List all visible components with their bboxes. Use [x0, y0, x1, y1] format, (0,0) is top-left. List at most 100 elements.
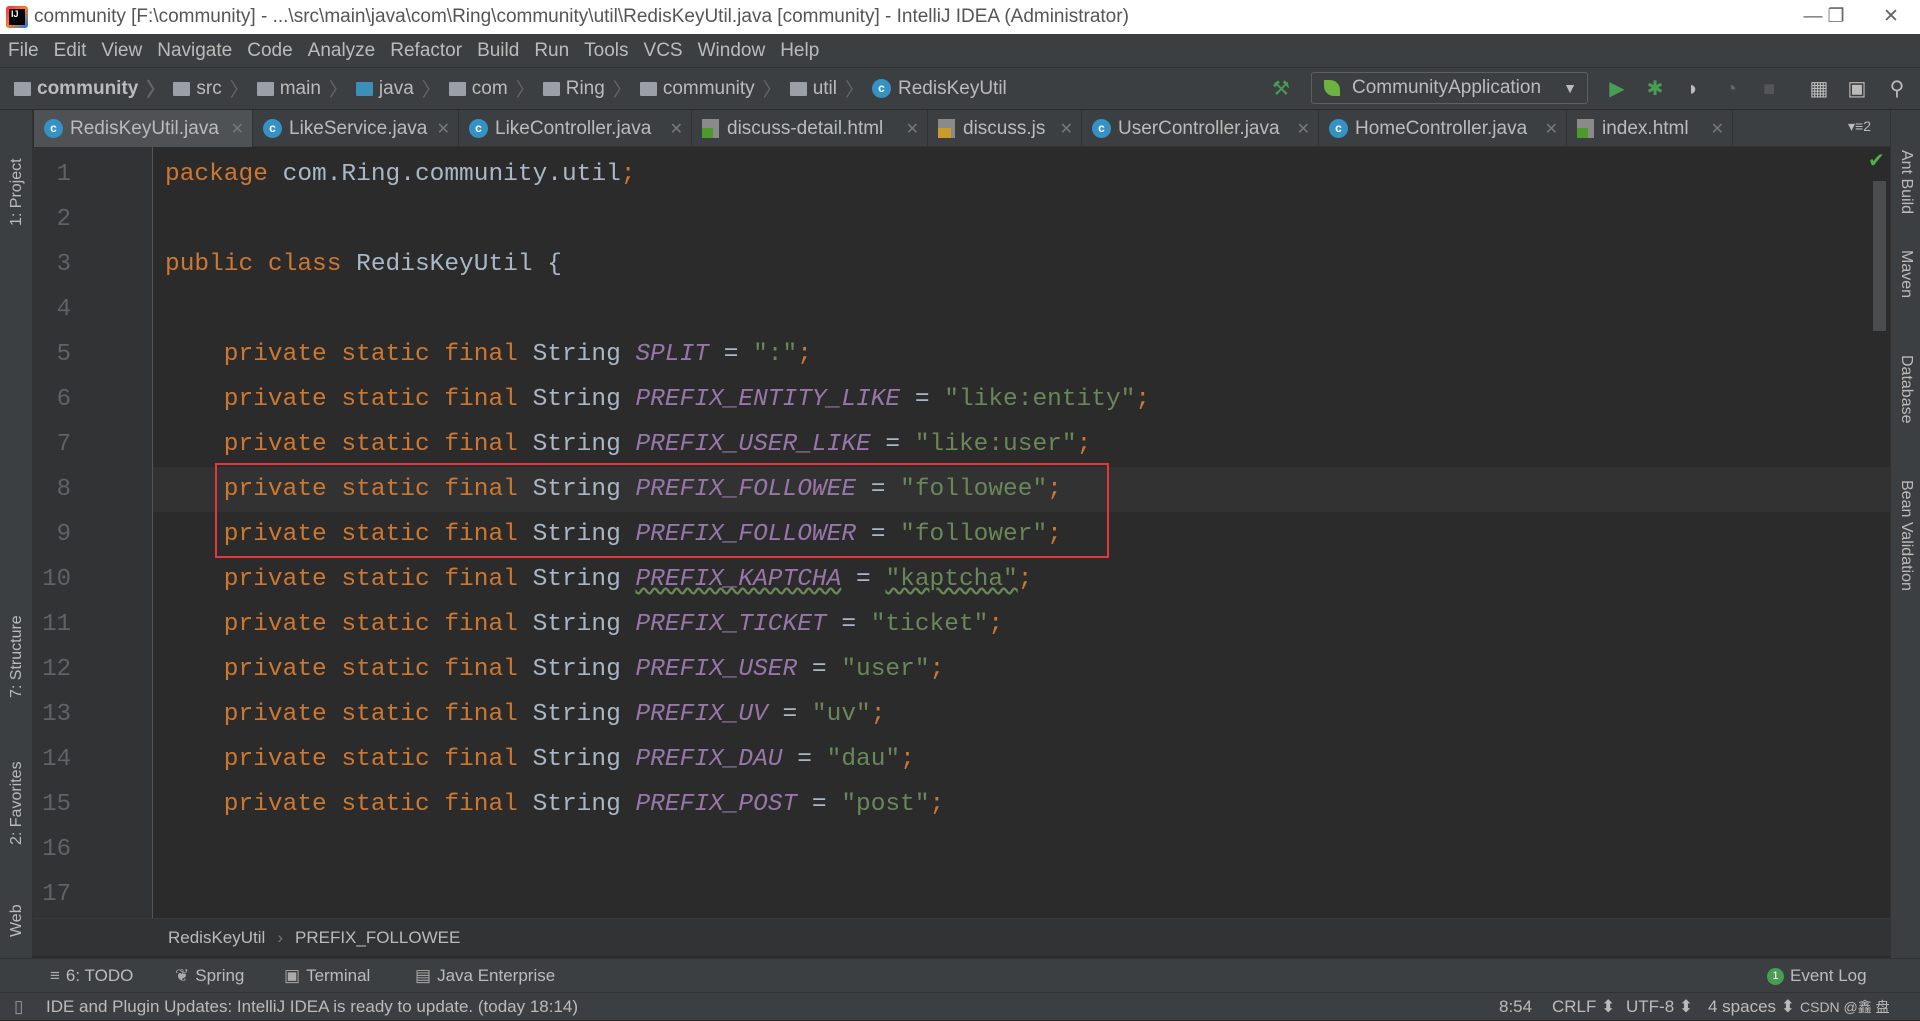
java-enterprise-tool-button[interactable]: ▤ Java Enterprise: [415, 959, 555, 993]
editor-scrollbar[interactable]: [1873, 181, 1886, 331]
nav-crumb-label: community: [662, 77, 755, 99]
right-tool-ant-build[interactable]: Ant Build: [1897, 150, 1915, 214]
tab-homecontroller-java[interactable]: c HomeController.java ✕: [1319, 110, 1567, 147]
code-token: "ticket": [870, 611, 989, 638]
nav-crumb-label: util: [812, 77, 837, 99]
line-number: 15: [42, 791, 71, 818]
nav-crumb-util[interactable]: util 〉: [789, 75, 864, 102]
right-tool-bean-validation[interactable]: Bean Validation: [1897, 480, 1915, 591]
close-tab-icon[interactable]: ✕: [1297, 119, 1310, 139]
tab-discuss-js[interactable]: discuss.js ✕: [928, 110, 1082, 147]
tab-overflow-button[interactable]: ▾≡2: [1848, 118, 1871, 135]
left-tool-2-favorites[interactable]: 2: Favorites: [8, 761, 26, 845]
menu-build[interactable]: Build: [477, 34, 519, 67]
line-number: 2: [56, 206, 71, 233]
line-separator-select[interactable]: CRLF ⬍: [1552, 993, 1615, 1021]
java-class-icon: c: [1092, 119, 1111, 138]
code-token: ;: [870, 701, 886, 728]
left-tool-web[interactable]: Web: [8, 904, 26, 937]
left-tool-1-project[interactable]: 1: Project: [8, 158, 26, 226]
close-tab-icon[interactable]: ✕: [437, 119, 450, 139]
code-token: String: [532, 611, 636, 638]
run-configuration-select[interactable]: CommunityApplication ▼: [1311, 72, 1588, 104]
code-token: ;: [988, 611, 1004, 638]
right-tool-database[interactable]: Database: [1897, 355, 1915, 424]
line-number: 8: [56, 476, 71, 503]
tab-likeservice-java[interactable]: c LikeService.java ✕: [253, 110, 459, 147]
close-button[interactable]: ✕: [1862, 0, 1920, 34]
nav-crumb-main[interactable]: main 〉: [256, 75, 348, 102]
restore-button[interactable]: ❐: [1807, 0, 1865, 34]
todo-tool-button[interactable]: ≡ 6: TODO: [50, 959, 133, 993]
indent-select[interactable]: 4 spaces ⬍: [1708, 993, 1795, 1021]
status-message[interactable]: IDE and Plugin Updates: IntelliJ IDEA is…: [46, 993, 578, 1021]
code-token: ":": [753, 341, 798, 368]
menu-vcs[interactable]: VCS: [644, 34, 683, 67]
menu-edit[interactable]: Edit: [54, 34, 87, 67]
nav-crumb-label: RedisKeyUtil: [898, 77, 1007, 99]
build-hammer-icon[interactable]: ⚒: [1268, 76, 1294, 102]
close-tab-icon[interactable]: ✕: [1711, 119, 1724, 139]
nav-crumb-java[interactable]: java 〉: [355, 75, 441, 102]
menu-refactor[interactable]: Refactor: [390, 34, 462, 67]
code-token: "like:user": [914, 431, 1077, 458]
menu-tools[interactable]: Tools: [584, 34, 628, 67]
nav-crumb-community[interactable]: community 〉: [639, 75, 782, 102]
close-tab-icon[interactable]: ✕: [231, 119, 244, 139]
status-toggle-icon[interactable]: ▯: [14, 993, 23, 1021]
close-tab-icon[interactable]: ✕: [906, 119, 919, 139]
java-class-icon: c: [263, 119, 282, 138]
nav-crumb-com[interactable]: com 〉: [448, 75, 535, 102]
right-tool-maven[interactable]: Maven: [1897, 250, 1915, 298]
tab-index-html[interactable]: index.html ✕: [1567, 110, 1733, 147]
html-file-icon: [1577, 119, 1594, 138]
tab-label: LikeService.java: [289, 117, 428, 139]
nav-crumb-community[interactable]: community 〉: [14, 75, 165, 102]
project-structure-icon[interactable]: ▦: [1806, 76, 1832, 102]
code-token: =: [797, 791, 842, 818]
debug-icon[interactable]: ✱: [1642, 76, 1668, 102]
close-tab-icon[interactable]: ✕: [670, 119, 683, 139]
menu-help[interactable]: Help: [780, 34, 819, 67]
inspection-ok-check-icon[interactable]: ✔: [1868, 148, 1885, 173]
menu-run[interactable]: Run: [534, 34, 569, 67]
code-token: ;: [900, 746, 915, 773]
line-number: 4: [56, 296, 71, 323]
search-icon[interactable]: ⚲: [1884, 76, 1910, 102]
profile-icon[interactable]: ◔: [1718, 76, 1744, 102]
nav-crumb-ring[interactable]: Ring 〉: [542, 75, 632, 102]
nav-crumb-src[interactable]: src 〉: [173, 75, 249, 102]
nav-crumb-rediskeyutil[interactable]: c RedisKeyUtil: [872, 78, 1007, 100]
code-token: "like:entity": [944, 386, 1136, 413]
menu-file[interactable]: File: [8, 34, 39, 67]
close-tab-icon[interactable]: ✕: [1060, 119, 1073, 139]
breadcrumb-member[interactable]: PREFIX_FOLLOWEE: [295, 928, 460, 947]
line-number: 14: [42, 746, 71, 773]
coverage-icon[interactable]: ◗: [1680, 76, 1706, 102]
breadcrumb-class[interactable]: RedisKeyUtil: [168, 928, 265, 947]
menu-analyze[interactable]: Analyze: [308, 34, 376, 67]
stop-icon[interactable]: ■: [1756, 76, 1782, 102]
run-icon[interactable]: ▶: [1604, 76, 1630, 102]
code-token: =: [826, 611, 871, 638]
tab-discuss-detail-html[interactable]: discuss-detail.html ✕: [692, 110, 928, 147]
encoding-select[interactable]: UTF-8 ⬍: [1626, 993, 1693, 1021]
tab-likecontroller-java[interactable]: c LikeController.java ✕: [459, 110, 692, 147]
event-log-button[interactable]: 1 Event Log: [1767, 959, 1867, 993]
menu-window[interactable]: Window: [698, 34, 766, 67]
menu-view[interactable]: View: [101, 34, 142, 67]
caret-position[interactable]: 8:54: [1499, 993, 1532, 1021]
code-token: PREFIX_DAU: [635, 746, 783, 773]
terminal-tool-button[interactable]: ▣ Terminal: [284, 959, 370, 993]
close-tab-icon[interactable]: ✕: [1545, 119, 1558, 139]
menu-code[interactable]: Code: [247, 34, 292, 67]
tab-rediskeyutil-java[interactable]: c RedisKeyUtil.java ✕: [34, 110, 253, 147]
code-token: PREFIX_TICKET: [635, 611, 827, 638]
terminal-icon[interactable]: ▣: [1844, 76, 1870, 102]
spring-tool-button[interactable]: ❦ Spring: [175, 959, 244, 993]
left-tool-7-structure[interactable]: 7: Structure: [8, 615, 26, 698]
code-token: =: [900, 386, 945, 413]
folder-icon: [173, 81, 191, 96]
tab-usercontroller-java[interactable]: c UserController.java ✕: [1082, 110, 1319, 147]
menu-navigate[interactable]: Navigate: [157, 34, 232, 67]
